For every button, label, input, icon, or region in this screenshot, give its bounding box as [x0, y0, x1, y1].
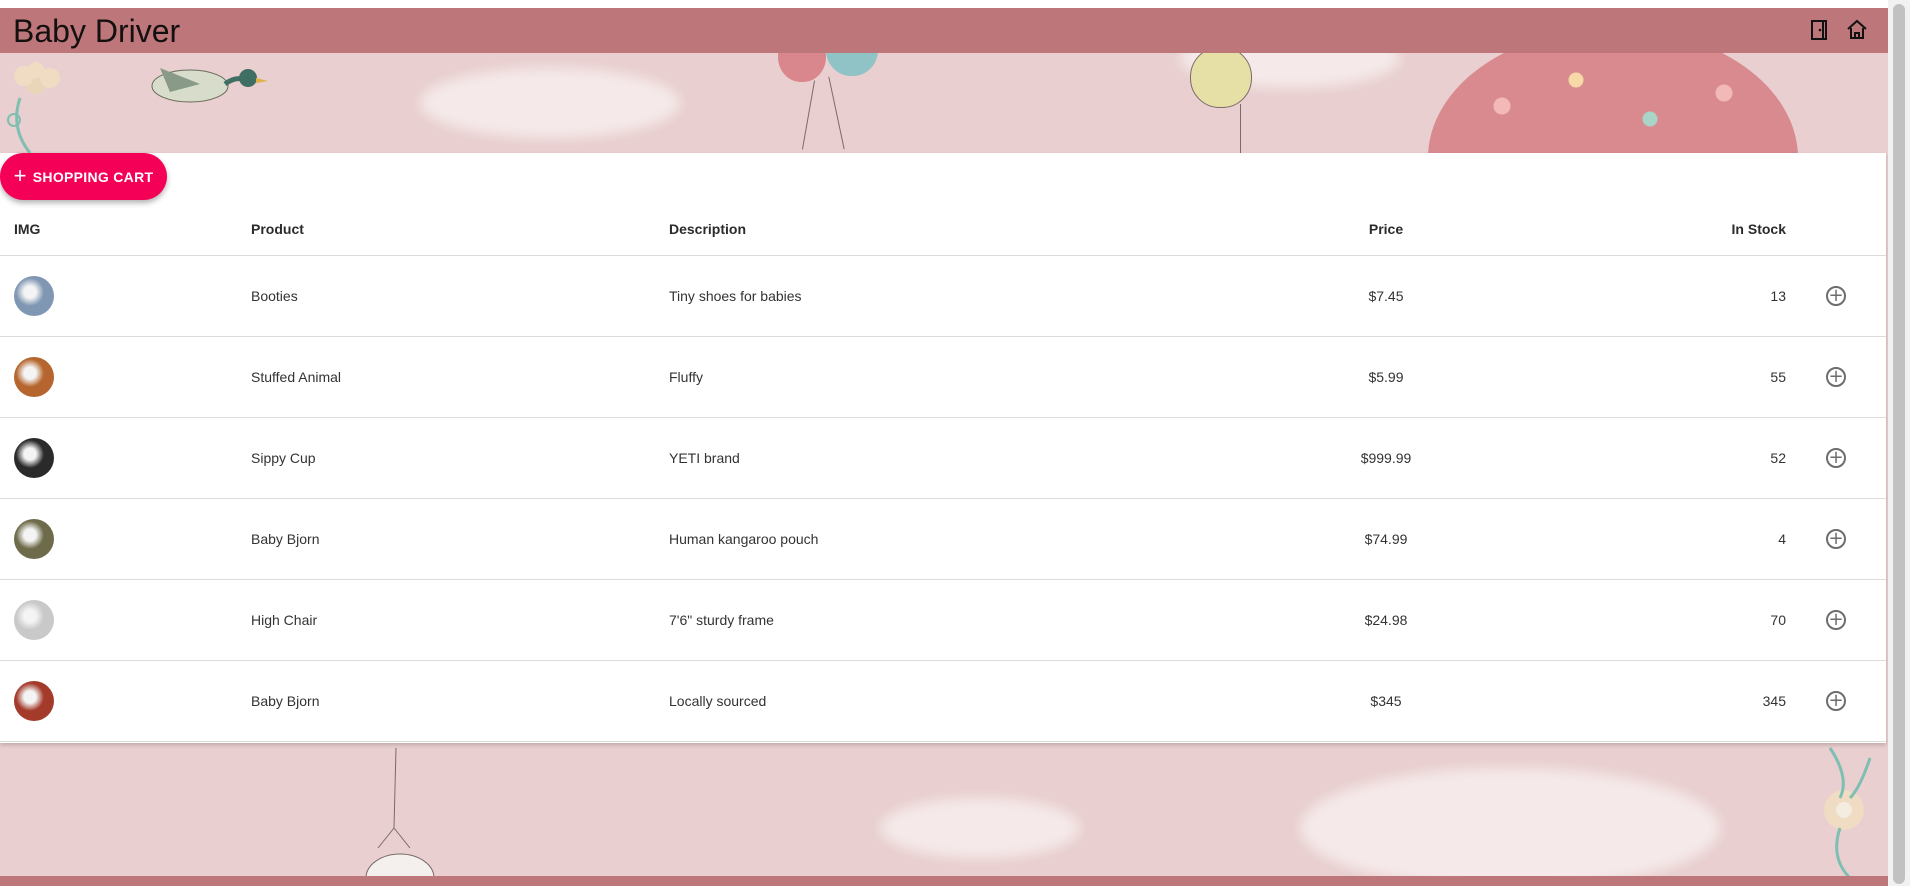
product-stock: 55	[1486, 336, 1786, 418]
plus-icon: +	[13, 162, 27, 188]
product-name: Sippy Cup	[251, 417, 669, 499]
product-thumbnail	[14, 357, 54, 397]
product-stock: 70	[1486, 579, 1786, 661]
scrollbar-thumb[interactable]	[1893, 4, 1905, 884]
product-description: 7'6" sturdy frame	[669, 579, 1286, 661]
column-header-description: Description	[669, 203, 1286, 256]
flower-decoration	[7, 62, 60, 154]
product-price: $345	[1286, 660, 1486, 742]
product-thumbnail	[14, 600, 54, 640]
shopping-cart-button[interactable]: + SHOPPING CART	[0, 153, 167, 200]
product-stock: 52	[1486, 417, 1786, 499]
product-name: Baby Bjorn	[251, 660, 669, 742]
product-description: Human kangaroo pouch	[669, 498, 1286, 580]
duck-decoration	[151, 68, 268, 103]
product-thumbnail	[14, 681, 54, 721]
product-stock: 345	[1486, 660, 1786, 742]
add-to-cart-icon[interactable]: +	[1826, 286, 1846, 306]
product-price: $24.98	[1286, 579, 1486, 661]
product-name: High Chair	[251, 579, 669, 661]
product-price: $74.99	[1286, 498, 1486, 580]
top-strip	[0, 0, 1910, 8]
column-header-product: Product	[251, 203, 669, 256]
product-thumbnail	[14, 438, 54, 478]
add-to-cart-icon[interactable]: +	[1826, 448, 1846, 468]
table-row: High Chair 7'6" sturdy frame $24.98 70 +	[0, 579, 1886, 661]
add-to-cart-icon[interactable]: +	[1826, 610, 1846, 630]
add-to-cart-icon[interactable]: +	[1826, 367, 1846, 387]
product-thumbnail	[14, 519, 54, 559]
product-description: YETI brand	[669, 417, 1286, 499]
product-stock: 13	[1486, 255, 1786, 337]
product-stock: 4	[1486, 498, 1786, 580]
product-name: Stuffed Animal	[251, 336, 669, 418]
product-name: Baby Bjorn	[251, 498, 669, 580]
column-header-actions	[1786, 203, 1886, 256]
door-exit-icon[interactable]	[1807, 18, 1831, 42]
table-row: Sippy Cup YETI brand $999.99 52 +	[0, 417, 1886, 499]
add-to-cart-icon[interactable]: +	[1826, 691, 1846, 711]
products-table: IMG Product Description Price In Stock B…	[0, 203, 1886, 742]
column-header-in-stock: In Stock	[1486, 203, 1786, 256]
column-header-price: Price	[1286, 203, 1486, 256]
table-row: Booties Tiny shoes for babies $7.45 13 +	[0, 255, 1886, 337]
product-description: Locally sourced	[669, 660, 1286, 742]
home-icon[interactable]	[1845, 18, 1869, 42]
table-row: Baby Bjorn Locally sourced $345 345 +	[0, 660, 1886, 742]
balloon-decoration	[1190, 46, 1252, 108]
elephant-balloon-decoration	[365, 748, 435, 878]
product-price: $999.99	[1286, 417, 1486, 499]
app-title: Baby Driver	[13, 13, 181, 49]
product-description: Fluffy	[669, 336, 1286, 418]
product-description: Tiny shoes for babies	[669, 255, 1286, 337]
product-price: $7.45	[1286, 255, 1486, 337]
table-header-row: IMG Product Description Price In Stock	[0, 203, 1886, 256]
column-header-img: IMG	[0, 203, 251, 256]
table-row: Baby Bjorn Human kangaroo pouch $74.99 4…	[0, 498, 1886, 580]
flower-decoration	[1824, 747, 1872, 878]
app-bar: Baby Driver	[0, 8, 1888, 53]
add-to-cart-icon[interactable]: +	[1826, 529, 1846, 549]
table-row: Stuffed Animal Fluffy $5.99 55 +	[0, 336, 1886, 418]
product-price: $5.99	[1286, 336, 1486, 418]
shopping-cart-label: SHOPPING CART	[32, 168, 154, 185]
product-thumbnail	[14, 276, 54, 316]
product-name: Booties	[251, 255, 669, 337]
bottom-bar	[0, 876, 1888, 886]
